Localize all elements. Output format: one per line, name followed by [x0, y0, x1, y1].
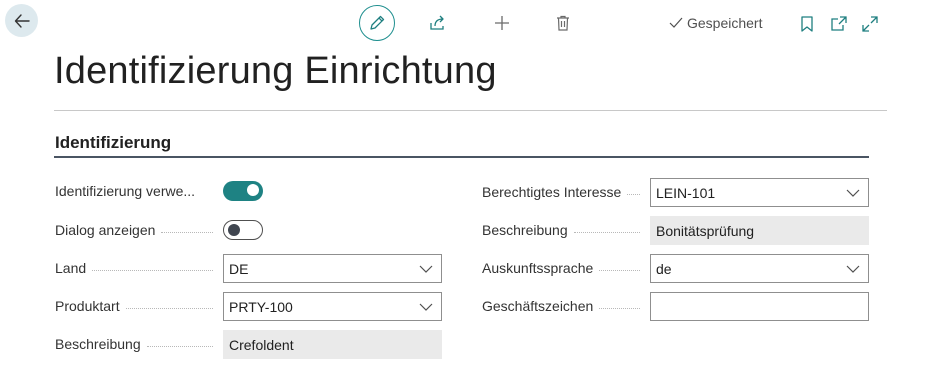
page-title: Identifizierung Einrichtung — [54, 50, 497, 92]
leader-dots — [599, 269, 640, 271]
chevron-down-icon — [846, 265, 860, 273]
field-label-legitimate-interest: Berechtigtes Interesse — [482, 182, 646, 202]
right-description-value: Bonitätsprüfung — [656, 222, 755, 239]
back-button[interactable] — [5, 4, 38, 37]
trash-icon — [557, 15, 569, 31]
delete-button[interactable] — [551, 11, 575, 35]
pencil-icon — [370, 15, 385, 30]
legitimate-interest-select[interactable]: LEIN-101 — [650, 178, 869, 207]
field-label-info-language: Auskunftssprache — [482, 258, 646, 278]
field-label-show-dialog: Dialog anzeigen — [55, 220, 219, 240]
expand-button[interactable] — [858, 12, 882, 36]
section-divider — [54, 156, 869, 158]
field-label-country: Land — [55, 258, 219, 278]
bookmark-icon — [801, 16, 813, 32]
leader-dots — [573, 231, 640, 233]
info-language-value: de — [656, 260, 672, 277]
product-type-select[interactable]: PRTY-100 — [223, 292, 442, 321]
saved-label: Gespeichert — [687, 15, 763, 31]
leader-dots — [599, 307, 640, 309]
field-label-use-identification: Identifizierung verwe... — [55, 183, 196, 199]
edit-button[interactable] — [359, 5, 395, 41]
new-button[interactable] — [490, 11, 514, 35]
section-title: Identifizierung — [55, 133, 172, 152]
arrow-left-icon — [14, 13, 30, 28]
toggle-knob — [247, 184, 259, 196]
chevron-down-icon — [419, 303, 433, 311]
field-label-right-description: Beschreibung — [482, 220, 646, 240]
leader-dots — [146, 345, 213, 347]
info-language-select[interactable]: de — [650, 254, 869, 283]
description-value: Crefoldent — [229, 336, 294, 353]
leader-dots — [627, 193, 640, 195]
reference-input[interactable] — [650, 292, 869, 321]
checkmark-icon — [669, 17, 683, 28]
product-type-value: PRTY-100 — [229, 298, 293, 315]
use-identification-toggle[interactable] — [223, 181, 263, 201]
open-new-window-button[interactable] — [827, 12, 851, 36]
show-dialog-toggle[interactable] — [223, 220, 263, 240]
plus-icon — [495, 16, 509, 30]
description-field: Crefoldent — [223, 330, 442, 359]
country-select[interactable]: DE — [223, 254, 442, 283]
leader-dots — [92, 269, 213, 271]
expand-icon — [862, 16, 878, 32]
right-description-field: Bonitätsprüfung — [650, 216, 869, 245]
open-in-new-window-icon — [831, 16, 847, 31]
field-label-description: Beschreibung — [55, 334, 219, 354]
leader-dots — [161, 231, 213, 233]
chevron-down-icon — [419, 265, 433, 273]
title-divider — [54, 110, 887, 111]
field-label-product-type: Produktart — [55, 296, 219, 316]
bookmark-button[interactable] — [795, 12, 819, 36]
chevron-down-icon — [846, 189, 860, 197]
share-button[interactable] — [426, 11, 450, 35]
saved-status: Gespeichert — [668, 15, 762, 31]
share-icon — [430, 15, 444, 30]
toggle-knob — [228, 224, 240, 236]
leader-dots — [125, 307, 213, 309]
country-value: DE — [229, 260, 249, 277]
legitimate-interest-value: LEIN-101 — [656, 184, 716, 201]
field-label-reference: Geschäftszeichen — [482, 296, 646, 316]
